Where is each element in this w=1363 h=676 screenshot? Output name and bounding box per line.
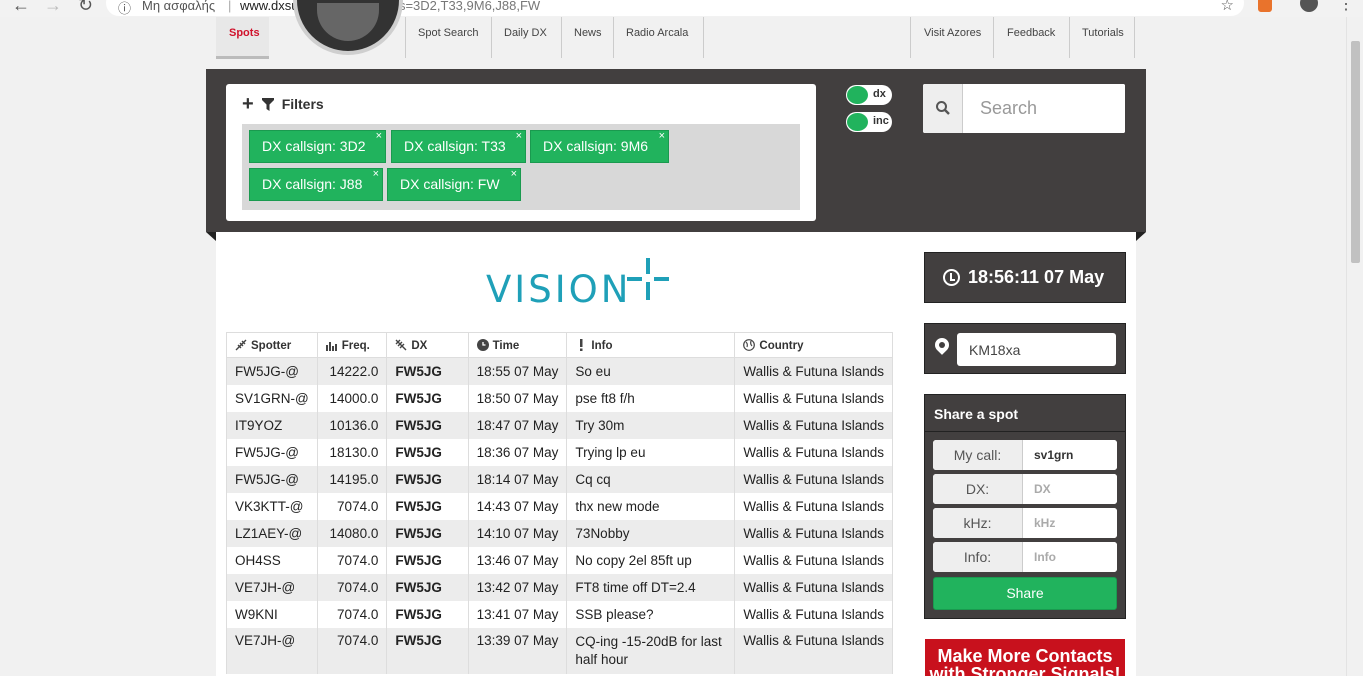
- filters-box: + Filters DX callsign: 3D2 × DX callsign:…: [226, 84, 816, 221]
- dx-antenna-icon: [395, 339, 407, 350]
- table-row[interactable]: VE7JH-@ 7074.0 FW5JG 13:42 07 May FT8 time o…: [226, 573, 893, 601]
- forward-icon[interactable]: →: [44, 0, 62, 16]
- mycall-row: My call:: [933, 440, 1117, 470]
- search-input[interactable]: [964, 84, 1125, 133]
- table-row[interactable]: SV1GRN-@ 14000.0 FW5JG 18:50 07 May pse ft8 …: [226, 384, 893, 412]
- search-button[interactable]: [923, 84, 963, 133]
- table-row[interactable]: VK3KTT-@ 7074.0 FW5JG 14:43 07 May thx new m…: [226, 492, 893, 520]
- page-scrollbar[interactable]: [1346, 17, 1363, 676]
- vision-logo-text: VISION: [486, 268, 632, 311]
- clock-icon: [476, 338, 489, 351]
- table-row[interactable]: LZ1AEY-@ 14080.0 FW5JG 14:10 07 May 73Nobby W…: [226, 519, 893, 547]
- exclamation-icon: [580, 338, 583, 351]
- extension-icon[interactable]: [1258, 0, 1272, 12]
- share-button[interactable]: Share: [933, 577, 1117, 610]
- remove-chip-icon[interactable]: ×: [373, 159, 379, 190]
- vision-plus-icon: [627, 258, 669, 300]
- nav-spot-search[interactable]: Spot Search: [418, 27, 479, 39]
- col-freq[interactable]: Freq.: [316, 332, 388, 358]
- clock-icon: [943, 269, 960, 286]
- filters-header: + Filters: [242, 94, 324, 114]
- filter-chip[interactable]: DX callsign: FW ×: [387, 168, 521, 201]
- info-icon[interactable]: ⓘ: [118, 0, 131, 17]
- table-row[interactable]: FW5JG-@ 18130.0 FW5JG 18:36 07 May Trying lp…: [226, 438, 893, 466]
- remove-chip-icon[interactable]: ×: [511, 159, 517, 190]
- antenna-icon: [235, 339, 247, 350]
- col-dx[interactable]: DX: [386, 332, 469, 358]
- filter-chip[interactable]: DX callsign: 9M6 ×: [530, 130, 669, 163]
- reload-icon[interactable]: ↻: [78, 0, 93, 16]
- table-row[interactable]: FW5JG-@ 14195.0 FW5JG 18:14 07 May Cq cq Wall…: [226, 465, 893, 493]
- info-row: Info:: [933, 542, 1117, 572]
- remove-chip-icon[interactable]: ×: [516, 121, 522, 152]
- filters-title: Filters: [281, 96, 324, 112]
- share-title: Share a spot: [934, 406, 1019, 422]
- utc-clock: 18:56:11 07 May: [924, 252, 1126, 303]
- profile-avatar[interactable]: [1300, 0, 1318, 12]
- share-spot-panel: Share a spot My call: DX: kHz: Info: Sha…: [924, 394, 1126, 619]
- dx-toggle[interactable]: dx: [846, 85, 892, 105]
- dx-input[interactable]: [1024, 474, 1117, 504]
- site-logo[interactable]: [293, 0, 403, 55]
- nav-feedback[interactable]: Feedback: [1007, 27, 1055, 39]
- table-row[interactable]: W9KNI 7074.0 FW5JG 13:41 07 May SSB please? W…: [226, 600, 893, 628]
- map-pin-icon: [932, 335, 952, 355]
- khz-row: kHz:: [933, 508, 1117, 538]
- spots-table: Spotter Freq. DX Time Info Country FW5JG…: [226, 332, 893, 674]
- nav-radio-arcala[interactable]: Radio Arcala: [626, 27, 688, 39]
- nav-visit-azores[interactable]: Visit Azores: [924, 27, 981, 39]
- search-icon: [936, 101, 950, 115]
- info-input[interactable]: [1024, 542, 1117, 572]
- col-country[interactable]: Country: [734, 332, 893, 358]
- vision-logo[interactable]: VISION: [486, 258, 686, 311]
- security-label: Μη ασφαλής: [142, 0, 216, 13]
- col-time[interactable]: Time: [467, 332, 568, 358]
- inc-toggle[interactable]: inc: [846, 112, 892, 132]
- table-row[interactable]: FW5JG-@ 14222.0 FW5JG 18:55 07 May So eu Wall…: [226, 357, 893, 385]
- locator-panel: [924, 323, 1126, 374]
- scrollbar-thumb[interactable]: [1351, 41, 1360, 263]
- locator-input[interactable]: [957, 333, 1116, 366]
- dx-row: DX:: [933, 474, 1117, 504]
- filter-chip[interactable]: DX callsign: 3D2 ×: [249, 130, 386, 163]
- nav-tutorials[interactable]: Tutorials: [1082, 27, 1124, 39]
- nav-news[interactable]: News: [574, 27, 602, 39]
- khz-input[interactable]: [1024, 508, 1117, 538]
- funnel-icon: [261, 97, 274, 111]
- filter-chip[interactable]: DX callsign: J88 ×: [249, 168, 383, 201]
- filter-chip-area: DX callsign: 3D2 × DX callsign: T33 × DX c…: [242, 124, 800, 210]
- bookmark-star-icon[interactable]: ☆: [1221, 0, 1234, 14]
- remove-chip-icon[interactable]: ×: [659, 121, 665, 152]
- globe-icon: [743, 338, 756, 351]
- clock-time: 18:56:11 07 May: [968, 267, 1105, 287]
- address-bar[interactable]: ⓘ Μη ασφαλής | www.dxsummit.fi/#/?dx_cal…: [106, 0, 1244, 16]
- col-info[interactable]: Info: [566, 332, 736, 358]
- nav-daily-dx[interactable]: Daily DX: [504, 27, 547, 39]
- filter-chip[interactable]: DX callsign: T33 ×: [391, 130, 526, 163]
- bars-icon: [325, 341, 337, 351]
- table-row[interactable]: VE7JH-@ 7074.0 FW5JG 13:39 07 May CQ-ing -15…: [226, 627, 893, 674]
- mycall-input[interactable]: [1024, 440, 1117, 470]
- back-icon[interactable]: ←: [12, 0, 30, 16]
- table-row[interactable]: OH4SS 7074.0 FW5JG 13:46 07 May No copy 2el …: [226, 546, 893, 574]
- remove-chip-icon[interactable]: ×: [376, 121, 382, 152]
- col-spotter[interactable]: Spotter: [226, 332, 318, 358]
- add-filter-icon[interactable]: +: [242, 94, 254, 114]
- table-header-row: Spotter Freq. DX Time Info Country: [226, 332, 893, 358]
- menu-kebab-icon[interactable]: ⋮: [1338, 0, 1354, 14]
- ad-banner[interactable]: Make More Contacts with Stronger Signals…: [925, 639, 1125, 676]
- browser-toolbar: ← → ↻ ⓘ Μη ασφαλής | www.dxsummit.fi/#/?…: [0, 0, 1363, 17]
- search-box: [923, 84, 1125, 133]
- table-row[interactable]: IT9YOZ 10136.0 FW5JG 18:47 07 May Try 30m Wal…: [226, 411, 893, 439]
- nav-spots[interactable]: Spots: [229, 27, 260, 39]
- site-nav: Spots Spot Search Daily DX News Radio Ar…: [216, 0, 1136, 59]
